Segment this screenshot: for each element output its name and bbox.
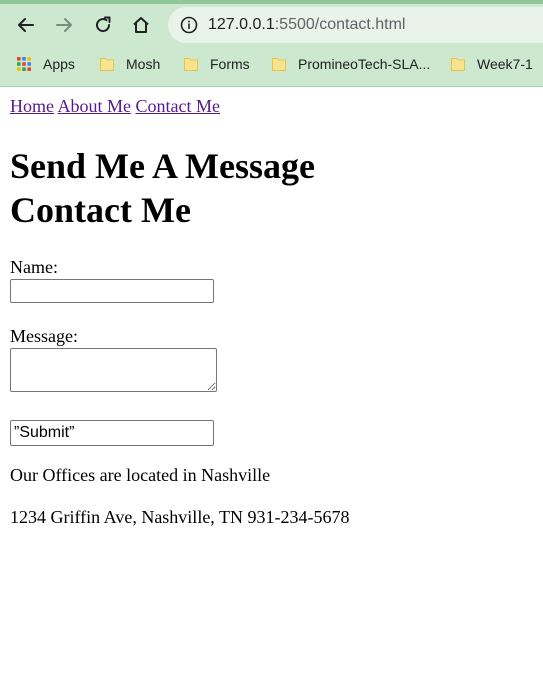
reload-icon — [96, 16, 111, 33]
back-button[interactable] — [11, 10, 41, 40]
bookmark-apps[interactable]: Apps — [16, 54, 75, 74]
home-icon — [133, 17, 149, 33]
page-title: Send Me A Message Contact Me — [10, 144, 315, 232]
nav-link-home[interactable]: Home — [10, 96, 54, 116]
address-bar[interactable]: 127.0.0.1:5500/contact.html — [168, 7, 543, 43]
submit-field[interactable] — [10, 420, 214, 446]
forward-button[interactable] — [49, 10, 79, 40]
message-textarea[interactable] — [10, 348, 217, 392]
offices-text: Our Offices are located in Nashville — [10, 465, 271, 485]
page-title-line-1: Send Me A Message — [10, 146, 315, 186]
bookmark-label: Forms — [210, 56, 250, 72]
nav-link-contact[interactable]: Contact Me — [136, 96, 220, 116]
bookmark-label: Week7-1 — [477, 56, 533, 72]
home-button[interactable] — [126, 10, 156, 40]
bookmark-promineotech[interactable]: PromineoTech-SLA... — [271, 54, 430, 74]
info-icon[interactable] — [180, 16, 198, 34]
folder-icon — [272, 58, 286, 71]
tab-strip-edge — [0, 0, 543, 4]
page-title-line-2: Contact Me — [10, 190, 191, 230]
bookmarks-bar: Apps Mosh Forms PromineoTech-SLA... Week… — [0, 48, 543, 80]
forward-arrow-icon — [56, 18, 72, 32]
apps-grid-icon — [17, 57, 31, 71]
name-label: Name: — [10, 257, 58, 277]
folder-icon — [100, 58, 114, 71]
back-arrow-icon — [18, 18, 34, 32]
bookmark-label: Apps — [43, 56, 75, 72]
browser-chrome: 127.0.0.1:5500/contact.html Apps Mosh F… — [0, 0, 543, 87]
name-input[interactable] — [10, 279, 214, 303]
bookmark-mosh[interactable]: Mosh — [99, 54, 160, 74]
folder-icon — [451, 58, 465, 71]
nav-link-about[interactable]: About Me — [58, 96, 132, 116]
url-host: 127.0.0.1 — [208, 16, 275, 33]
url-path: :5500/contact.html — [274, 16, 406, 33]
reload-button[interactable] — [88, 10, 118, 40]
site-nav: Home About Me Contact Me — [10, 96, 220, 117]
bookmark-label: PromineoTech-SLA... — [298, 56, 431, 72]
address-text: 1234 Griffin Ave, Nashville, TN 931-234-… — [10, 507, 350, 527]
bookmark-label: Mosh — [126, 56, 161, 72]
bookmark-week7-1[interactable]: Week7-1 — [450, 54, 533, 74]
bookmark-forms[interactable]: Forms — [183, 54, 250, 74]
message-label: Message: — [10, 326, 78, 346]
folder-icon — [184, 58, 198, 71]
